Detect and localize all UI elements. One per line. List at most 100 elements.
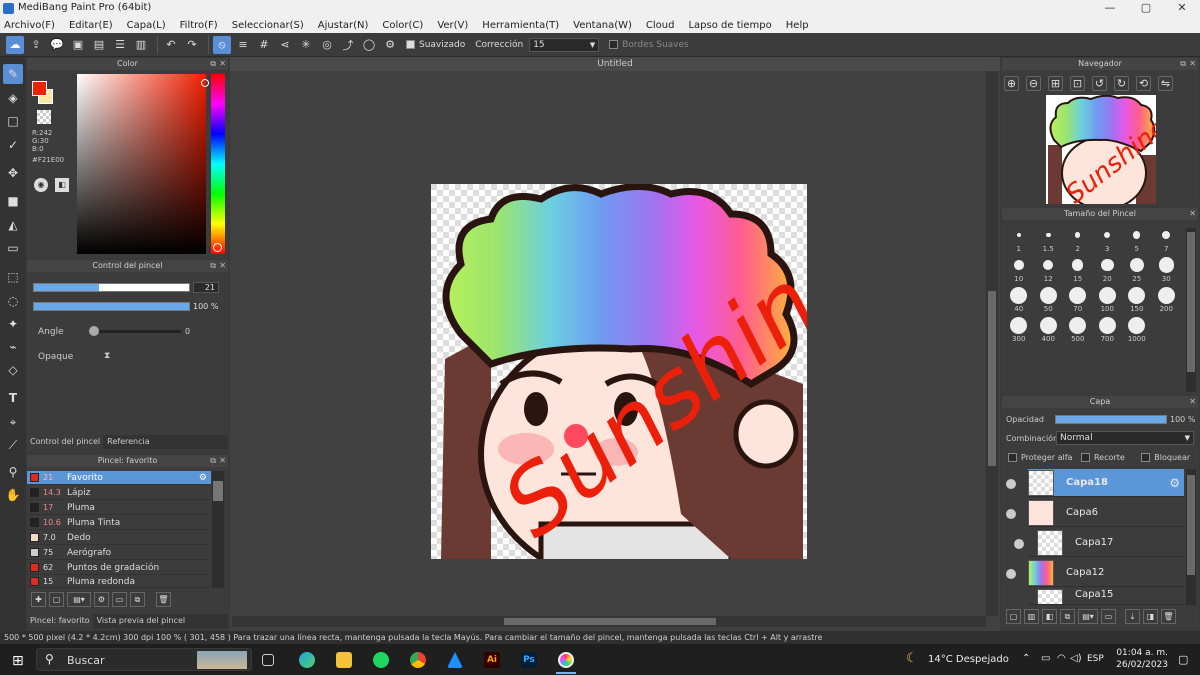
ellipse-snap-icon[interactable]: ◯ [360,36,378,54]
list-item[interactable]: 14.3 Lápiz [27,486,211,500]
azure-icon[interactable] [447,652,463,668]
folder-icon[interactable]: ▭ [112,592,127,607]
undo-icon[interactable]: ↶ [162,36,180,54]
list-item[interactable]: 7.0 Dedo [27,531,211,545]
visibility-eye-icon[interactable] [1014,539,1024,549]
blur-tool-icon[interactable]: ⟋ [3,435,23,455]
rectangle-tool-icon[interactable]: □ [3,111,23,131]
layer-opacity-slider[interactable] [1055,415,1167,424]
snap-off-icon[interactable]: ⦸ [213,35,231,54]
transparent-color-swatch[interactable] [37,110,51,124]
reset-rotation-icon[interactable]: ⟲ [1136,76,1151,91]
brush-size-dot[interactable] [1045,232,1051,238]
primary-color-swatch[interactable] [32,81,47,96]
brush-size-dot[interactable] [1016,232,1021,238]
close-icon[interactable]: ✕ [1189,209,1196,218]
select-rect-tool-icon[interactable]: ⬚ [3,267,23,287]
brush-size-dot[interactable] [1072,259,1084,271]
brush-menu-icon[interactable]: ▤▾ [67,592,91,607]
maximize-button[interactable]: ▢ [1128,0,1164,17]
menu-file[interactable]: Archivo(F) [4,20,55,31]
perspective-snap-icon[interactable]: ⋖ [276,36,294,54]
layer-folder-icon[interactable]: ▭ [1101,609,1116,624]
new-halftone-layer-icon[interactable]: ▥ [1024,609,1039,624]
menu-color[interactable]: Color(C) [382,20,423,31]
menu-select[interactable]: Seleccionar(S) [232,20,304,31]
volume-icon[interactable]: ◁) [1070,653,1082,664]
network-icon[interactable]: ▭ [1041,653,1050,664]
new-brush-icon[interactable]: ▢ [49,592,64,607]
language-indicator[interactable]: ESP [1087,654,1104,664]
tab-reference[interactable]: Referencia [103,435,154,449]
brush-opacity-slider[interactable] [33,302,190,311]
brush-size-scrollbar[interactable] [1186,228,1196,392]
brush-list-scrollbar[interactable] [212,471,224,588]
brush-size-dot[interactable] [1128,286,1146,304]
brush-size-dot[interactable] [1098,286,1116,304]
menu-help[interactable]: Help [786,20,809,31]
chrome-icon[interactable] [410,652,426,668]
brush-size-slider[interactable] [33,283,190,292]
menu-adjust[interactable]: Ajustar(N) [318,20,369,31]
layer-scrollbar[interactable] [1186,469,1196,605]
palette-icon[interactable]: ◉ [34,178,48,192]
menu-view[interactable]: Ver(V) [437,20,468,31]
windows-start-icon[interactable]: ⊞ [12,653,24,669]
brush-size-dot[interactable] [1162,230,1171,240]
tab-brush-control[interactable]: Control del pincel [27,435,104,449]
eraser-tool-icon[interactable]: ◈ [3,88,23,108]
list-item[interactable]: 62 Puntos de gradación [27,561,211,575]
operation-tool-icon[interactable]: ⌖ [3,412,23,432]
notification-icon[interactable]: ▢ [1178,653,1188,666]
brush-size-dot[interactable] [1039,316,1057,334]
weather-text[interactable]: 14°C Despejado [928,654,1009,665]
correction-dropdown[interactable]: 15 ▼ [529,37,600,52]
menu-timelapse[interactable]: Lapso de tiempo [688,20,771,31]
pen-tool-icon[interactable]: ✓ [3,135,23,155]
lock-checkbox[interactable] [1141,453,1151,462]
brush-size-dot[interactable] [1098,316,1116,334]
hue-slider[interactable] [211,74,225,254]
close-icon[interactable]: ✕ [219,261,226,270]
bucket-tool-icon[interactable]: ◭ [3,215,23,235]
trash-icon[interactable]: 🗑 [1161,609,1176,624]
fill-rect-tool-icon[interactable]: ■ [3,191,23,211]
merge-down-icon[interactable]: ⤓ [1125,609,1140,624]
zoom-actual-icon[interactable]: ⊡ [1070,76,1085,91]
medibang-icon[interactable] [558,652,574,668]
brush-size-dot[interactable] [1075,232,1081,238]
spotify-icon[interactable] [373,652,389,668]
select-pen-tool-icon[interactable]: ⌁ [3,337,23,357]
visibility-eye-icon[interactable] [1006,479,1016,489]
zoom-in-icon[interactable]: ⊕ [1004,76,1019,91]
tab-brush-favorites[interactable]: Pincel: favorito [27,614,93,628]
parallel-snap-icon[interactable]: ≡ [234,36,252,54]
angle-slider-handle[interactable] [89,326,99,336]
minimize-button[interactable]: — [1092,0,1128,17]
brush-size-dot[interactable] [1158,257,1174,273]
brush-size-dot[interactable] [1039,286,1057,304]
brush-size-dot[interactable] [1104,231,1111,239]
close-icon[interactable]: ✕ [219,59,226,68]
menu-edit[interactable]: Editar(E) [69,20,113,31]
brush-size-value[interactable]: 21 [193,282,219,293]
copy-icon[interactable]: ⧉ [130,592,145,607]
pressure-icon[interactable]: ⧗ [104,351,110,361]
brush-size-dot[interactable] [1013,260,1024,270]
circle-snap-icon[interactable]: ◎ [318,36,336,54]
document-icon[interactable]: ▤ [90,36,108,54]
lasso-tool-icon[interactable]: ◌ [3,291,23,311]
rotate-left-icon[interactable]: ↺ [1092,76,1107,91]
photoshop-icon[interactable]: Ps [521,652,537,668]
undock-icon[interactable]: ⧉ [210,456,216,466]
brush-size-dot[interactable] [1010,286,1028,304]
angle-slider[interactable] [93,330,181,333]
menu-filter[interactable]: Filtro(F) [180,20,218,31]
saturation-value-picker[interactable] [77,74,206,254]
list-item[interactable]: 17 Pluma [27,501,211,515]
cloud-icon[interactable]: ☁ [6,35,24,54]
undock-icon[interactable]: ⧉ [210,59,216,69]
visibility-eye-icon[interactable] [1006,569,1016,579]
navigator-preview[interactable]: Sunshine 3 [1046,95,1156,204]
edge-icon[interactable] [299,652,315,668]
